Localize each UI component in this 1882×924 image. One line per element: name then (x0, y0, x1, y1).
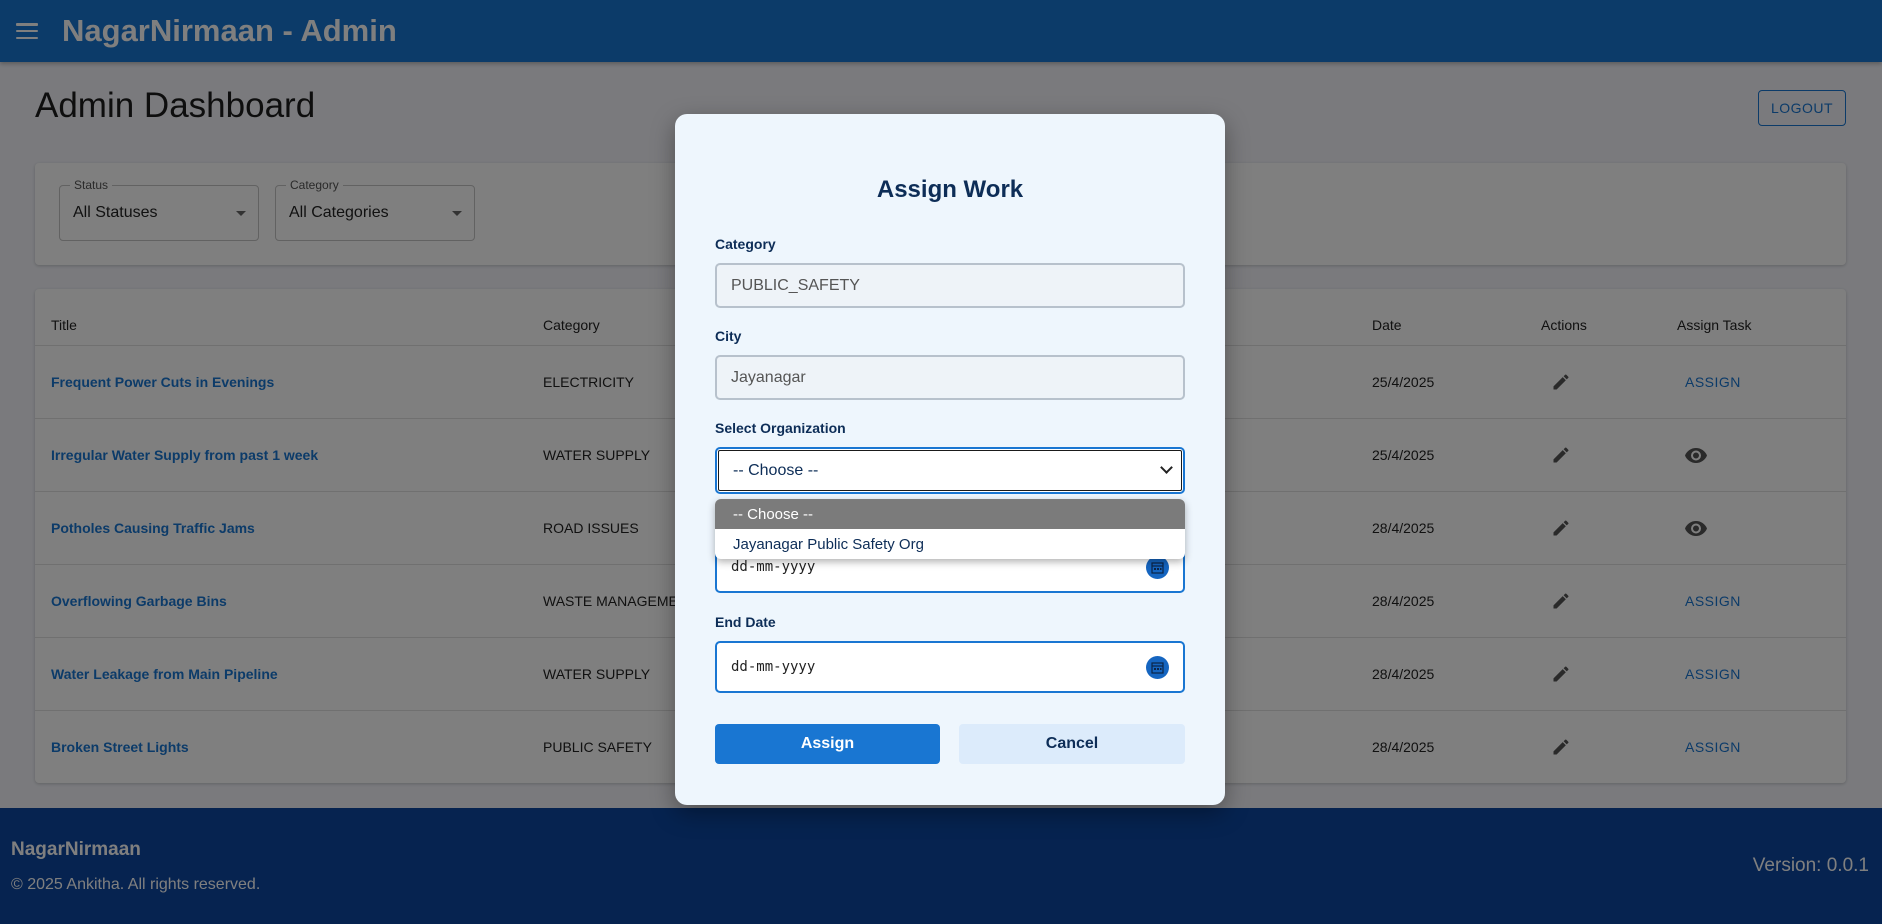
cancel-button[interactable]: Cancel (959, 724, 1185, 764)
start-date-placeholder: dd-mm-yyyy (731, 559, 816, 575)
end-date-label: End Date (715, 614, 776, 630)
dialog-title: Assign Work (876, 176, 1024, 203)
organization-dropdown-list: -- Choose -- Jayanagar Public Safety Org (715, 499, 1185, 559)
calendar-icon[interactable] (1146, 556, 1169, 579)
chevron-down-icon (1160, 461, 1173, 474)
category-field: PUBLIC_SAFETY (715, 263, 1185, 308)
organization-select-value: -- Choose -- (733, 461, 819, 479)
organization-select[interactable]: -- Choose -- (715, 447, 1185, 494)
assign-button[interactable]: Assign (715, 724, 940, 764)
end-date-placeholder: dd-mm-yyyy (731, 659, 816, 675)
city-field: Jayanagar (715, 355, 1185, 400)
assign-work-dialog: Assign Work Category PUBLIC_SAFETY City … (675, 114, 1225, 805)
city-label: City (715, 328, 742, 344)
category-label: Category (715, 236, 776, 252)
dropdown-option[interactable]: -- Choose -- (715, 499, 1185, 529)
end-date-input[interactable]: dd-mm-yyyy (715, 641, 1185, 693)
calendar-icon[interactable] (1146, 656, 1169, 679)
dropdown-option[interactable]: Jayanagar Public Safety Org (715, 529, 1185, 559)
organization-label: Select Organization (715, 420, 846, 436)
